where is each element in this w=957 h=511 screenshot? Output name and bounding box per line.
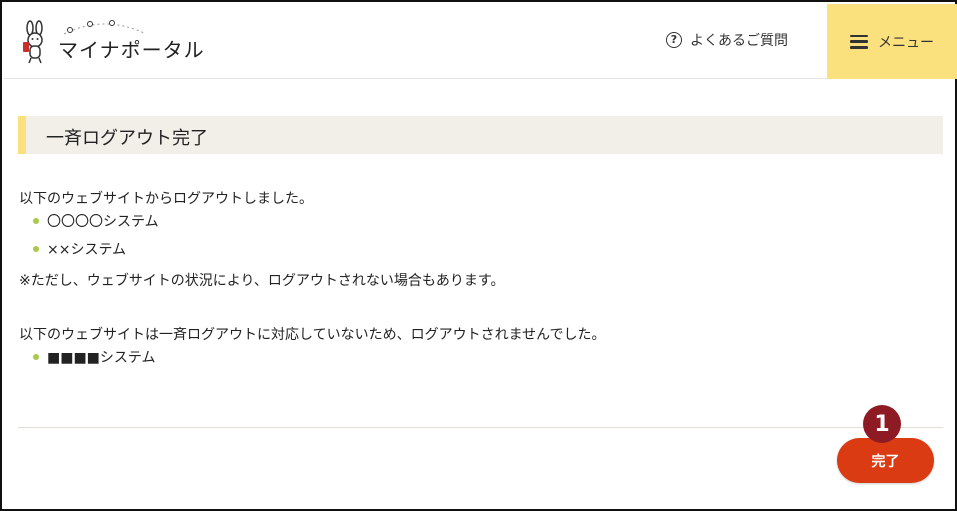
list-item-label: 〇〇〇〇システム — [47, 214, 159, 230]
site-logo[interactable]: マイナポータル — [20, 18, 204, 68]
list-item: 〇〇〇〇システム — [33, 211, 159, 231]
logout-unsupported-intro: 以下のウェブサイトは一斉ログアウトに対応していないため、ログアウトされませんでし… — [19, 327, 606, 343]
step-number-badge: 1 — [863, 405, 901, 443]
question-circle-icon: ? — [666, 32, 682, 48]
list-item-label: ××システム — [47, 242, 127, 258]
list-item-label: ■■■■システム — [47, 350, 156, 366]
mascot-rabbit-icon — [23, 20, 43, 64]
faq-link[interactable]: ? よくあるご質問 — [666, 30, 788, 50]
page-frame: マイナポータル ? よくあるご質問 メニュー 一斉ログアウト完了 以下のウェブサ… — [0, 0, 957, 511]
menu-button[interactable]: メニュー — [827, 4, 957, 79]
page-title: 一斉ログアウト完了 — [46, 128, 208, 149]
faq-label: よくあるご質問 — [690, 33, 788, 49]
logo-text: マイナポータル — [58, 38, 205, 62]
menu-label: メニュー — [878, 34, 934, 51]
page-title-bar: 一斉ログアウト完了 — [18, 116, 943, 154]
bullet-dot-icon — [33, 218, 39, 224]
footer-divider — [18, 427, 943, 428]
site-header: マイナポータル ? よくあるご質問 メニュー — [4, 4, 957, 79]
list-item: ■■■■システム — [33, 347, 156, 367]
bullet-dot-icon — [33, 354, 39, 360]
logout-note: ※ただし、ウェブサイトの状況により、ログアウトされない場合もあります。 — [19, 273, 505, 289]
done-button[interactable]: 完了 — [837, 438, 934, 483]
bullet-dot-icon — [33, 246, 39, 252]
hamburger-icon — [850, 34, 868, 49]
logout-success-intro: 以下のウェブサイトからログアウトしました。 — [19, 191, 313, 207]
list-item: ××システム — [33, 239, 126, 259]
